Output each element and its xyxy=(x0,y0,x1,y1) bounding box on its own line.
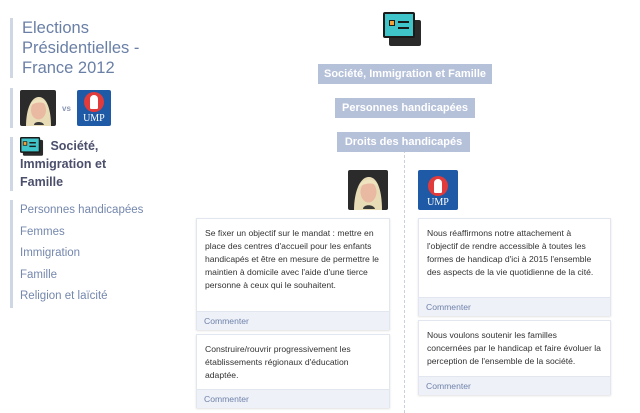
site-title-line-2: Présidentielles - xyxy=(22,39,140,57)
proposal-card-left-2: Construire/rouvrir progressivement les é… xyxy=(196,334,390,408)
site-title[interactable]: Elections Présidentielles - France 2012 xyxy=(10,18,180,78)
marianne-icon xyxy=(428,176,448,196)
party-logo-label: UMP xyxy=(83,113,105,124)
candidate-avatar-left[interactable] xyxy=(348,170,388,210)
comment-link[interactable]: Commenter xyxy=(419,297,610,316)
site-title-line-1: Elections xyxy=(22,19,89,37)
breadcrumb-droits-des-handicapes[interactable]: Droits des handicapés xyxy=(337,132,470,152)
candidate-comparison: vs UMP xyxy=(10,88,180,128)
site-title-line-3: France 2012 xyxy=(22,59,115,77)
divider-line xyxy=(404,150,405,413)
party-logo-ump[interactable]: UMP xyxy=(76,90,111,126)
sidebar: Elections Présidentielles - France 2012 … xyxy=(0,0,185,413)
comment-link[interactable]: Commenter xyxy=(197,311,389,330)
active-category-line-2: Immigration et xyxy=(20,157,107,171)
party-avatar-right[interactable]: UMP xyxy=(418,170,458,210)
party-avatar-label: UMP xyxy=(427,197,449,208)
sidebar-item-personnes-handicapees[interactable]: Personnes handicapées xyxy=(10,200,180,222)
proposal-card-left-1: Se fixer un objectif sur le mandat : met… xyxy=(196,218,390,330)
proposal-text: Nous voulons soutenir les familles conce… xyxy=(427,330,601,366)
proposal-card-right-1: Nous réaffirmons notre attachement à l'o… xyxy=(418,218,611,316)
main-content: Société, Immigration et Famille Personne… xyxy=(185,0,640,413)
comment-link[interactable]: Commenter xyxy=(419,376,610,395)
sidebar-item-famille[interactable]: Famille xyxy=(10,264,180,286)
active-category-line-3: Famille xyxy=(20,175,64,189)
marianne-icon xyxy=(83,92,104,112)
breadcrumb-personnes-handicapees[interactable]: Personnes handicapées xyxy=(335,98,475,118)
sidebar-item-religion-et-laicite[interactable]: Religion et laïcité xyxy=(10,286,180,308)
proposal-card-right-2: Nous voulons soutenir les familles conce… xyxy=(418,320,611,395)
active-category[interactable]: Société, Immigration et Famille xyxy=(10,137,180,191)
category-icon xyxy=(20,137,44,156)
proposal-text: Construire/rouvrir progressivement les é… xyxy=(205,344,351,380)
vs-label: vs xyxy=(62,103,71,113)
breadcrumb-societe[interactable]: Société, Immigration et Famille xyxy=(318,64,492,84)
proposal-text: Nous réaffirmons notre attachement à l'o… xyxy=(427,228,594,277)
subcategory-menu: Personnes handicapées Femmes Immigration… xyxy=(10,200,180,308)
comment-link[interactable]: Commenter xyxy=(197,389,389,408)
sidebar-item-femmes[interactable]: Femmes xyxy=(10,221,180,243)
proposal-text: Se fixer un objectif sur le mandat : met… xyxy=(205,228,379,290)
candidate-photo-left[interactable] xyxy=(20,90,56,126)
sidebar-item-immigration[interactable]: Immigration xyxy=(10,243,180,265)
active-category-line-1: Société, xyxy=(50,139,99,153)
